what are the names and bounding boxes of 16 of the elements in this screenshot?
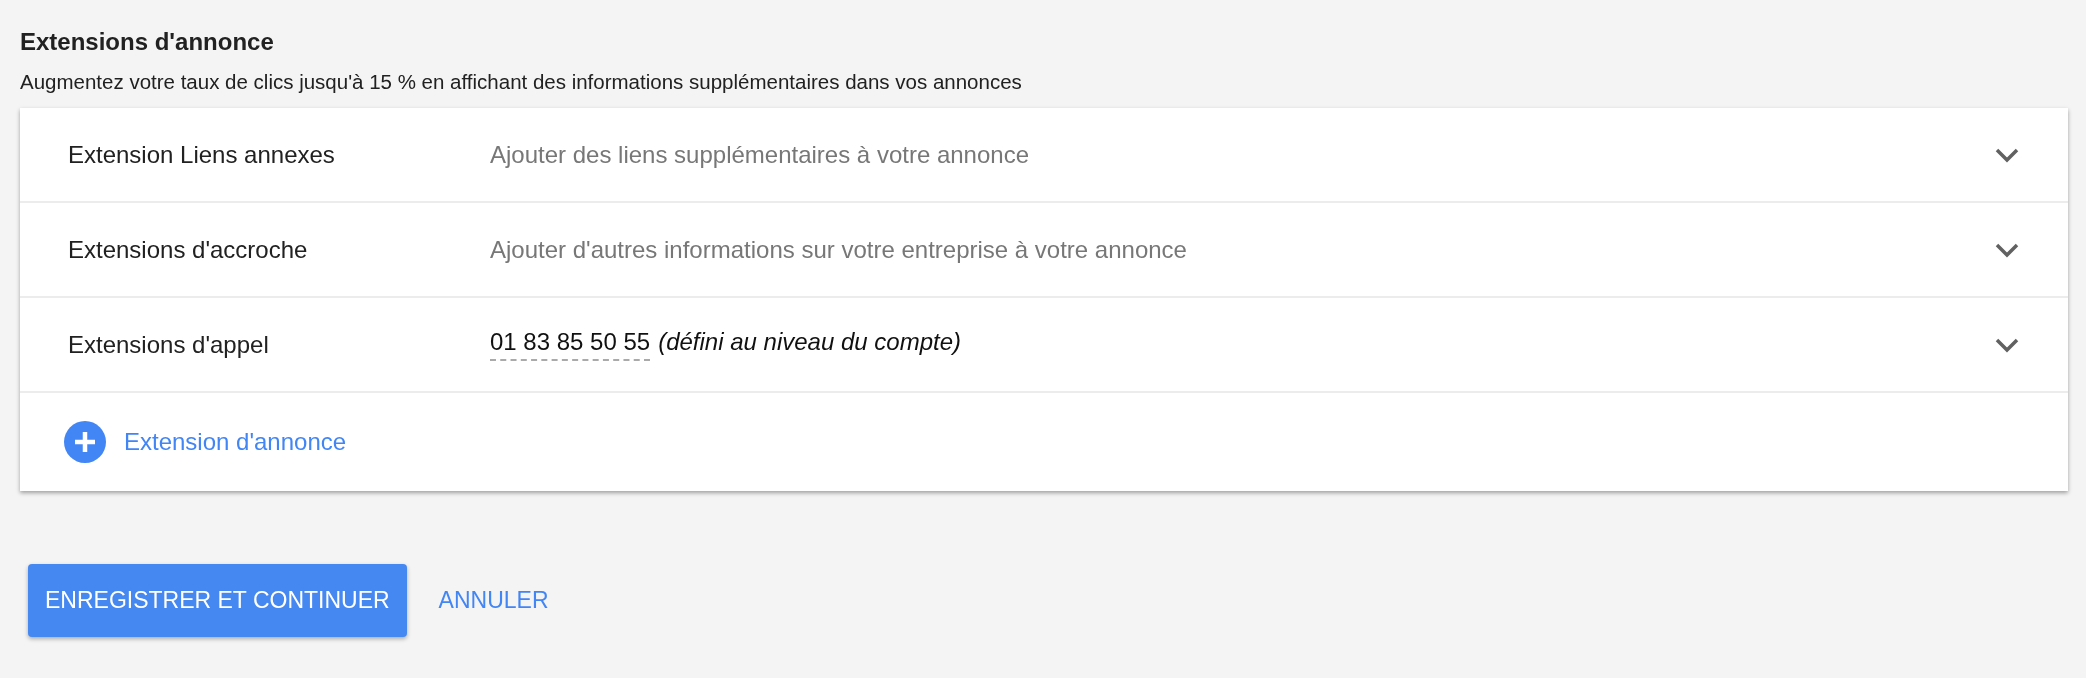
- add-extension-link[interactable]: Extension d'annonce: [124, 428, 347, 456]
- extension-description: Ajouter d'autres informations sur votre entreprise à votre annonce: [490, 235, 1188, 264]
- section-title: Extensions d'annonce: [20, 28, 275, 56]
- extension-label: Extensions d'appel: [68, 330, 270, 359]
- save-continue-button[interactable]: ENREGISTRER ET CONTINUER: [28, 564, 407, 637]
- chevron-icon[interactable]: [1994, 146, 2020, 163]
- extension-label: Extension Liens annexes: [68, 140, 336, 169]
- phone-number[interactable]: 01 83 85 50 55: [490, 328, 651, 361]
- account-level-note: (défini au niveau du compte): [658, 328, 961, 356]
- extension-label: Extensions d'accroche: [68, 235, 309, 264]
- section-subtitle: Augmentez votre taux de clics jusqu'à 15 % en affichant des informations supplémentaires dans vos annonces: [20, 70, 1023, 94]
- extension-description: Ajouter des liens supplémentaires à votre annonce: [490, 140, 1030, 169]
- chevron-icon[interactable]: [1994, 336, 2020, 353]
- chevron-icon[interactable]: [1994, 241, 2020, 258]
- add-icon[interactable]: [64, 421, 106, 463]
- cancel-button[interactable]: ANNULER: [428, 564, 559, 637]
